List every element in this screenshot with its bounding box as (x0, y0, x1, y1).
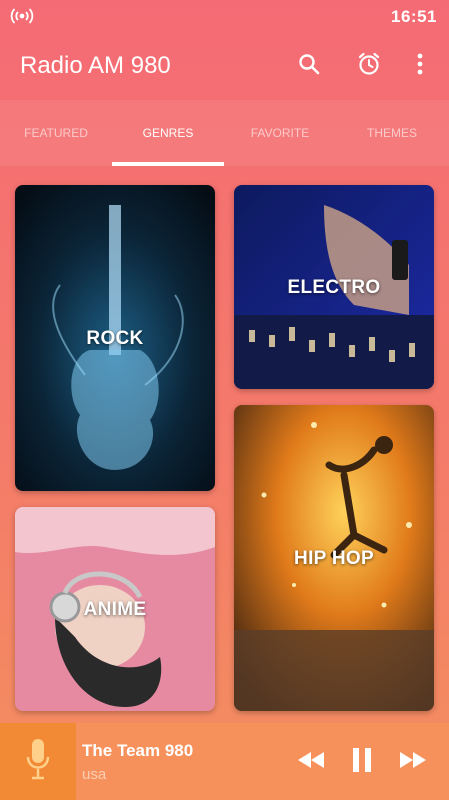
app-title: Radio AM 980 (20, 52, 171, 79)
microphone-icon (25, 737, 51, 786)
search-button[interactable] (291, 48, 327, 84)
alarm-clock-icon (356, 51, 382, 82)
genre-label-electro: ELECTRO (287, 277, 381, 298)
genre-label-anime: ANIME (83, 599, 147, 620)
genre-card-rock[interactable]: ROCK (15, 185, 215, 491)
active-tab-indicator (112, 162, 224, 166)
more-vert-icon (416, 52, 424, 81)
tab-bar: FEATURED GENRES FAVORITE THEMES (0, 100, 449, 166)
genre-card-anime[interactable]: ANIME (15, 507, 215, 711)
mini-player: The Team 980 usa (0, 723, 449, 800)
status-bar: 16:51 (0, 0, 449, 32)
microphone-button[interactable] (0, 723, 76, 800)
now-playing-station: The Team 980 (82, 741, 194, 760)
radio-broadcast-icon (10, 7, 34, 25)
pause-icon (350, 747, 374, 778)
search-icon (297, 52, 321, 81)
genre-card-hip-hop[interactable]: HIP HOP (234, 405, 434, 711)
now-playing-country: usa (82, 766, 107, 783)
rewind-button[interactable] (294, 745, 328, 779)
status-time: 16:51 (391, 7, 437, 26)
fast-forward-icon (398, 750, 428, 775)
alarm-button[interactable] (351, 48, 387, 84)
pause-button[interactable] (345, 745, 379, 779)
tab-themes[interactable]: THEMES (336, 100, 448, 166)
fast-forward-button[interactable] (396, 745, 430, 779)
tab-featured[interactable]: FEATURED (0, 100, 112, 166)
genre-label-hip-hop: HIP HOP (294, 548, 374, 569)
tab-genres[interactable]: GENRES (112, 100, 224, 166)
tab-favorite[interactable]: FAVORITE (224, 100, 336, 166)
genre-label-rock: ROCK (86, 328, 144, 349)
app-bar: Radio AM 980 (0, 32, 449, 100)
more-options-button[interactable] (402, 48, 438, 84)
genre-card-electro[interactable]: ELECTRO (234, 185, 434, 389)
rewind-icon (296, 750, 326, 775)
